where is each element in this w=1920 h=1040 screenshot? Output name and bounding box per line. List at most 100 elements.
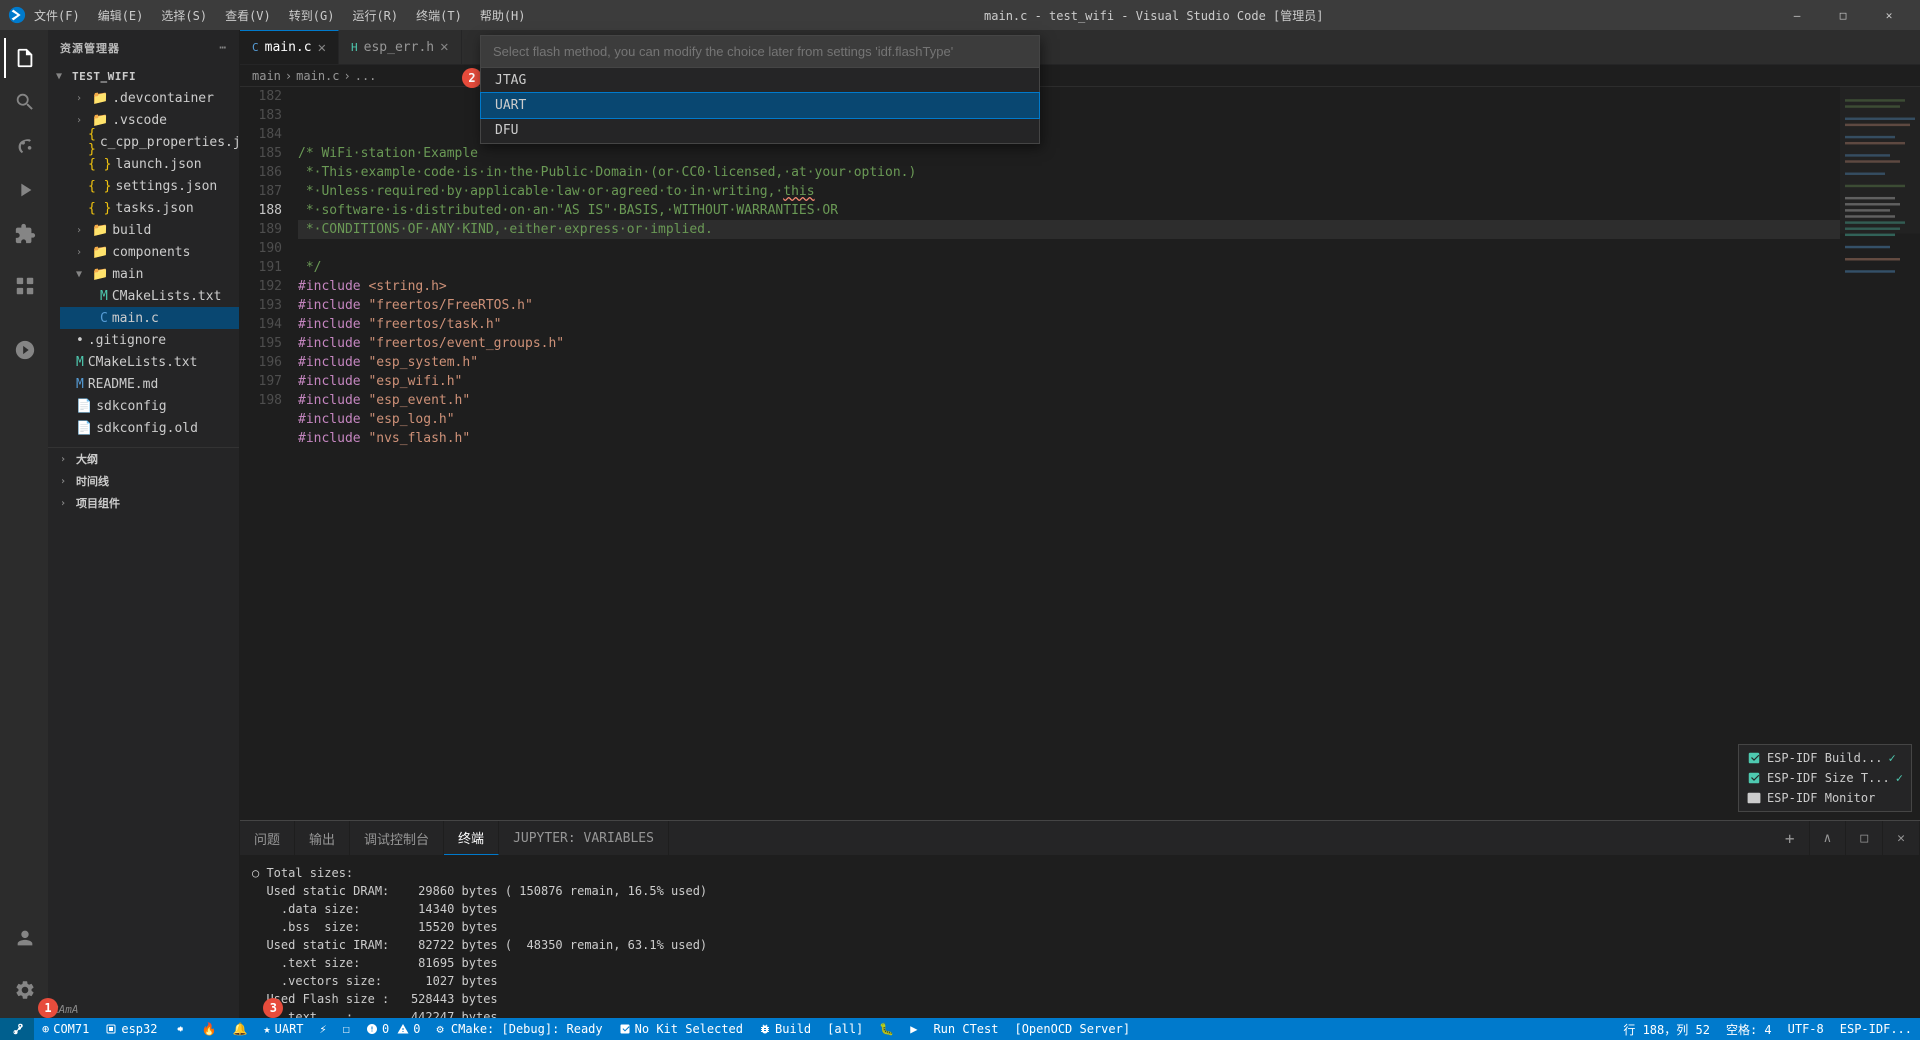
flash-option-uart[interactable]: UART bbox=[481, 93, 1039, 118]
tree-item-launch[interactable]: { } launch.json bbox=[60, 153, 239, 175]
sidebar-section-components[interactable]: › 项目组件 bbox=[48, 492, 239, 514]
status-spaces[interactable]: 空格: 4 bbox=[1718, 1018, 1780, 1040]
panel-tabs: 问题 输出 调试控制台 终端 JUPYTER: VARIABLES + ∧ □ … bbox=[240, 821, 1920, 856]
status-remote-icon[interactable] bbox=[0, 1018, 34, 1040]
tree-item-cmakelists-main[interactable]: M CMakeLists.txt bbox=[60, 285, 239, 307]
tree-item-sdkconfig-old[interactable]: 📄 sdkconfig.old bbox=[60, 417, 239, 439]
status-encoding[interactable]: UTF-8 bbox=[1780, 1018, 1832, 1040]
menu-edit[interactable]: 编辑(E) bbox=[90, 5, 152, 26]
status-checkbox[interactable]: ☐ bbox=[335, 1018, 358, 1040]
status-esp-idf[interactable]: ESP-IDF... bbox=[1832, 1018, 1920, 1040]
panel-tab-terminal[interactable]: 终端 bbox=[444, 821, 499, 855]
sidebar-new-file[interactable]: ⋯ bbox=[219, 41, 227, 54]
esp-monitor-icon bbox=[1747, 791, 1761, 805]
menu-view[interactable]: 查看(V) bbox=[217, 5, 279, 26]
panel-tab-debug-console[interactable]: 调试控制台 bbox=[350, 821, 444, 855]
menu-goto[interactable]: 转到(G) bbox=[281, 5, 343, 26]
breadcrumb-main[interactable]: main bbox=[252, 69, 281, 83]
tree-item-main[interactable]: ▼ 📁 main bbox=[60, 263, 239, 285]
terminal-line: .bss size: 15520 bytes bbox=[252, 918, 1908, 936]
tree-item-readme[interactable]: M README.md bbox=[60, 373, 239, 395]
status-openocd[interactable]: [OpenOCD Server] bbox=[1006, 1018, 1138, 1040]
item-label: sdkconfig bbox=[96, 399, 166, 414]
tab-esp-err[interactable]: H esp_err.h ✕ bbox=[339, 30, 462, 64]
status-port[interactable]: ⊕ COM71 bbox=[34, 1022, 97, 1036]
section-label: 大纲 bbox=[76, 451, 98, 467]
breadcrumb-dots[interactable]: ... bbox=[355, 69, 377, 83]
annotation-2: 2 bbox=[462, 68, 482, 88]
activity-account[interactable] bbox=[4, 918, 44, 958]
panel-chevron-up[interactable]: ∧ bbox=[1810, 821, 1847, 855]
status-settings-icon[interactable] bbox=[165, 1018, 193, 1040]
status-build[interactable]: Build bbox=[751, 1018, 819, 1040]
tab-mainc[interactable]: C main.c ✕ bbox=[240, 30, 339, 64]
tree-item-gitignore[interactable]: • .gitignore bbox=[60, 329, 239, 351]
status-lightning[interactable]: ⚡ bbox=[312, 1018, 335, 1040]
status-no-kit[interactable]: No Kit Selected bbox=[611, 1018, 751, 1040]
status-chip[interactable]: esp32 bbox=[97, 1018, 165, 1040]
status-cmake[interactable]: ⚙ CMake: [Debug]: Ready bbox=[428, 1018, 610, 1040]
activity-esp[interactable] bbox=[4, 266, 44, 306]
tree-item-components[interactable]: › 📁 components bbox=[60, 241, 239, 263]
esp-monitor-action[interactable]: ESP-IDF Monitor bbox=[1743, 789, 1907, 807]
activity-source-control[interactable] bbox=[4, 126, 44, 166]
esp-action-label: ESP-IDF Size T... bbox=[1767, 771, 1890, 785]
activity-extensions[interactable] bbox=[4, 214, 44, 254]
status-debug-btn[interactable]: 🐛 bbox=[871, 1018, 902, 1040]
flash-method-input[interactable] bbox=[481, 36, 1039, 68]
tree-item-mainc[interactable]: C main.c bbox=[60, 307, 239, 329]
project-root[interactable]: ▼ TEST_WIFI bbox=[48, 65, 239, 87]
maximize-button[interactable]: □ bbox=[1820, 0, 1866, 30]
item-label: sdkconfig.old bbox=[96, 421, 198, 436]
tree-item-cpp-props[interactable]: { } c_cpp_properties.json bbox=[60, 131, 239, 153]
activity-explorer[interactable] bbox=[4, 38, 44, 78]
panel-tab-jupyter[interactable]: JUPYTER: VARIABLES bbox=[499, 821, 669, 855]
tree-item-vscode[interactable]: › 📁 .vscode bbox=[60, 109, 239, 131]
minimize-button[interactable]: — bbox=[1774, 0, 1820, 30]
flash-option-dfu[interactable]: DFU bbox=[481, 118, 1039, 143]
menu-file[interactable]: 文件(F) bbox=[26, 5, 88, 26]
breadcrumb-mainc[interactable]: main.c bbox=[296, 69, 339, 83]
panel-tab-output[interactable]: 输出 bbox=[295, 821, 350, 855]
panel-add-button[interactable]: + bbox=[1771, 821, 1810, 855]
activity-search[interactable] bbox=[4, 82, 44, 122]
terminal-content[interactable]: ○ Total sizes: Used static DRAM: 29860 b… bbox=[240, 856, 1920, 1018]
tab-close-mainc[interactable]: ✕ bbox=[318, 40, 326, 56]
menu-run[interactable]: 运行(R) bbox=[344, 5, 406, 26]
status-errors[interactable]: 0 0 bbox=[358, 1018, 428, 1040]
tree-item-sdkconfig[interactable]: 📄 sdkconfig bbox=[60, 395, 239, 417]
chip-icon bbox=[105, 1023, 117, 1035]
tree-item-tasks[interactable]: { } tasks.json bbox=[60, 197, 239, 219]
status-run-ctest[interactable]: Run CTest bbox=[925, 1018, 1006, 1040]
tree-item-build[interactable]: › 📁 build bbox=[60, 219, 239, 241]
status-uart[interactable]: ★ UART bbox=[255, 1022, 311, 1036]
menu-help[interactable]: 帮助(H) bbox=[472, 5, 534, 26]
panel-close-button[interactable]: ✕ bbox=[1883, 821, 1920, 855]
status-all[interactable]: [all] bbox=[819, 1018, 871, 1040]
sidebar-section-outline[interactable]: › 大纲 bbox=[48, 448, 239, 470]
esp-build-action[interactable]: ESP-IDF Build... ✓ bbox=[1743, 749, 1907, 767]
menu-select[interactable]: 选择(S) bbox=[153, 5, 215, 26]
status-play-btn[interactable]: ▶ bbox=[902, 1018, 925, 1040]
panel-tab-problems[interactable]: 问题 bbox=[240, 821, 295, 855]
activity-remote[interactable] bbox=[4, 330, 44, 370]
close-button[interactable]: ✕ bbox=[1866, 0, 1912, 30]
menu-terminal[interactable]: 终端(T) bbox=[408, 5, 470, 26]
terminal-panel: 问题 输出 调试控制台 终端 JUPYTER: VARIABLES + ∧ □ … bbox=[240, 820, 1920, 1018]
esp-size-action[interactable]: ESP-IDF Size T... ✓ bbox=[1743, 769, 1907, 787]
tree-item-devcontainer[interactable]: › 📁 .devcontainer bbox=[60, 87, 239, 109]
status-bell[interactable]: 🔔 bbox=[224, 1018, 255, 1040]
status-flame[interactable]: 🔥 bbox=[193, 1018, 224, 1040]
tab-close-esp-err[interactable]: ✕ bbox=[440, 39, 448, 55]
code-editor[interactable]: /* WiFi·station·Example *·This·example·c… bbox=[290, 87, 1920, 820]
file-icon: { } bbox=[88, 157, 111, 172]
panel-maximize[interactable]: □ bbox=[1846, 821, 1883, 855]
flash-option-jtag[interactable]: JTAG bbox=[481, 68, 1039, 93]
tree-item-settings[interactable]: { } settings.json bbox=[60, 175, 239, 197]
status-line-col[interactable]: 行 188，列 52 bbox=[1615, 1018, 1718, 1040]
item-label: CMakeLists.txt bbox=[88, 355, 198, 370]
sidebar-section-timeline[interactable]: › 时间线 bbox=[48, 470, 239, 492]
activity-run[interactable] bbox=[4, 170, 44, 210]
item-label: main.c bbox=[112, 311, 159, 326]
tree-item-cmake-root[interactable]: M CMakeLists.txt bbox=[60, 351, 239, 373]
